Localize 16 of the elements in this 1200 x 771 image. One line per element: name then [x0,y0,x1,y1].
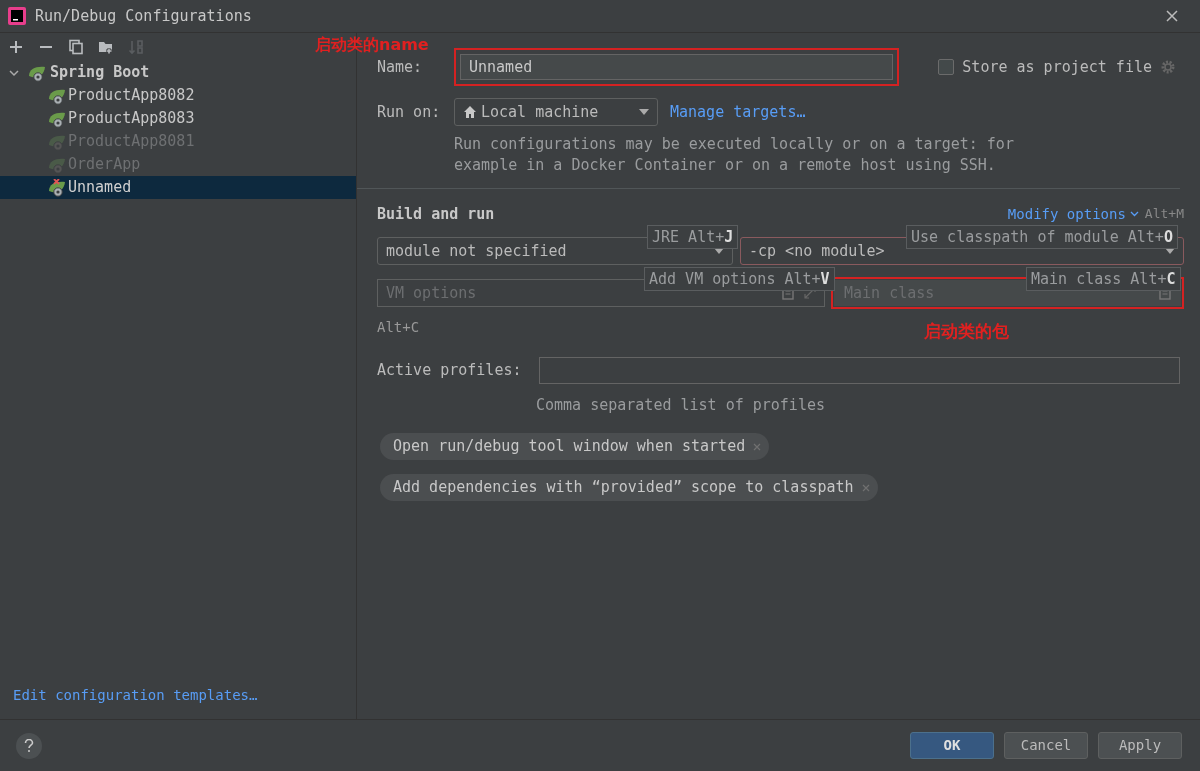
shortcut-tooltip: JRE Alt+J [647,225,739,249]
shortcut-text: Alt+C [377,318,420,337]
hint-text: example in a Docker Container or on a remote host using SSH. [454,155,996,176]
shortcut-text: Alt+M [1144,205,1184,224]
annotation-label: 启动类的name [315,34,429,56]
shortcut-tooltip: Main class Alt+C [1026,267,1181,291]
window-title: Run/Debug Configurations [35,5,252,27]
shortcut-tooltip: Add VM options Alt+V [644,267,835,291]
section-title: Build and run [377,203,495,225]
hint-text: Run configurations may be executed locally or on a target: for [454,134,1014,155]
hint-text: Comma separated list of profiles [536,394,825,416]
run-on-label: Run on: [377,101,442,123]
shortcut-tooltip: Use classpath of module Alt+O [906,225,1178,249]
name-label: Name: [377,56,424,78]
annotation-label: 启动类的包 [924,320,1010,343]
active-profiles-label: Active profiles: [377,359,523,381]
